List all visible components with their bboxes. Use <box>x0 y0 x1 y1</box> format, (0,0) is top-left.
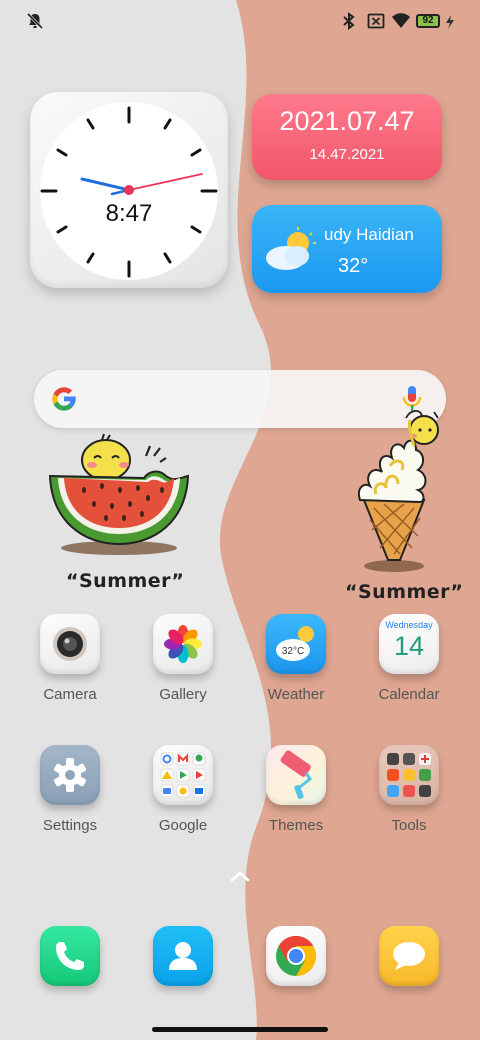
app-drawer-up-arrow-icon[interactable] <box>228 868 252 884</box>
charging-icon <box>446 15 454 29</box>
contacts-icon <box>169 942 197 970</box>
phone-icon <box>56 942 84 970</box>
message-bubble-icon <box>393 942 425 970</box>
gesture-navigation-bar[interactable] <box>152 1027 328 1032</box>
chrome-icon <box>276 936 316 976</box>
app-tools-folder[interactable]: Tools <box>359 745 459 834</box>
analog-clock <box>40 106 218 278</box>
app-gallery[interactable]: Gallery <box>133 614 233 703</box>
app-calendar[interactable]: Wednesday 14 Calendar <box>359 614 459 703</box>
date-widget[interactable]: 2021.07.47 14.47.2021 <box>252 94 442 180</box>
dock-phone-app[interactable] <box>40 926 100 986</box>
partly-cloudy-icon <box>266 227 316 270</box>
digital-time: 8:47 <box>105 200 153 227</box>
app-label: Themes <box>268 817 324 834</box>
google-g-icon <box>52 387 76 411</box>
wifi-icon <box>392 13 410 28</box>
dock-contacts-app[interactable] <box>153 926 213 986</box>
no-sim-icon <box>367 13 385 29</box>
watermelon-chick-image <box>48 433 190 555</box>
app-settings[interactable]: Settings <box>20 745 120 834</box>
app-label: Google <box>158 817 208 834</box>
battery-level: 92 <box>422 15 434 26</box>
status-bar: 92 <box>0 0 480 42</box>
google-folder-icon <box>153 745 213 805</box>
app-label: Settings <box>42 817 98 834</box>
weather-widget[interactable]: udy Haidian 32° <box>252 205 442 293</box>
date-main: 2021.07.47 <box>279 106 415 136</box>
bluetooth-icon <box>343 12 355 30</box>
dock-messages-app[interactable] <box>379 926 439 986</box>
app-label: Gallery <box>159 686 207 703</box>
weather-location: udy Haidian <box>324 225 414 244</box>
weather-icon-temp: 32°C <box>282 646 304 657</box>
date-sub: 14.47.2021 <box>309 146 385 163</box>
icecream-caption: “Summer” <box>345 581 464 603</box>
app-camera[interactable]: Camera <box>20 614 120 703</box>
watermelon-caption: “Summer” <box>66 570 185 592</box>
clock-widget[interactable]: 8:47 <box>30 92 228 288</box>
calendar-day: 14 <box>393 631 425 661</box>
watermelon-sticker[interactable] <box>44 432 194 562</box>
app-label: Calendar <box>378 686 440 703</box>
weather-icon: 32°C <box>266 614 326 674</box>
notifications-muted-icon <box>26 12 44 30</box>
battery-icon: 92 <box>416 14 440 28</box>
settings-gear-icon <box>40 745 100 805</box>
app-themes[interactable]: Themes <box>246 745 346 834</box>
icecream-sticker[interactable] <box>350 408 450 574</box>
app-google-folder[interactable]: Google <box>133 745 233 834</box>
dock-chrome-app[interactable] <box>266 926 326 986</box>
themes-paint-roller-icon <box>266 745 326 805</box>
calendar-weekday: Wednesday <box>385 620 433 630</box>
camera-icon <box>40 614 100 674</box>
app-label: Weather <box>267 686 325 703</box>
tools-folder-icon <box>379 745 439 805</box>
app-label: Tools <box>391 817 427 834</box>
gallery-flower-icon <box>153 614 213 674</box>
icecream-chick-image <box>358 410 439 572</box>
weather-temperature: 32° <box>338 255 369 277</box>
calendar-icon: Wednesday 14 <box>379 614 439 674</box>
app-weather[interactable]: 32°C Weather <box>246 614 346 703</box>
app-label: Camera <box>43 686 97 703</box>
